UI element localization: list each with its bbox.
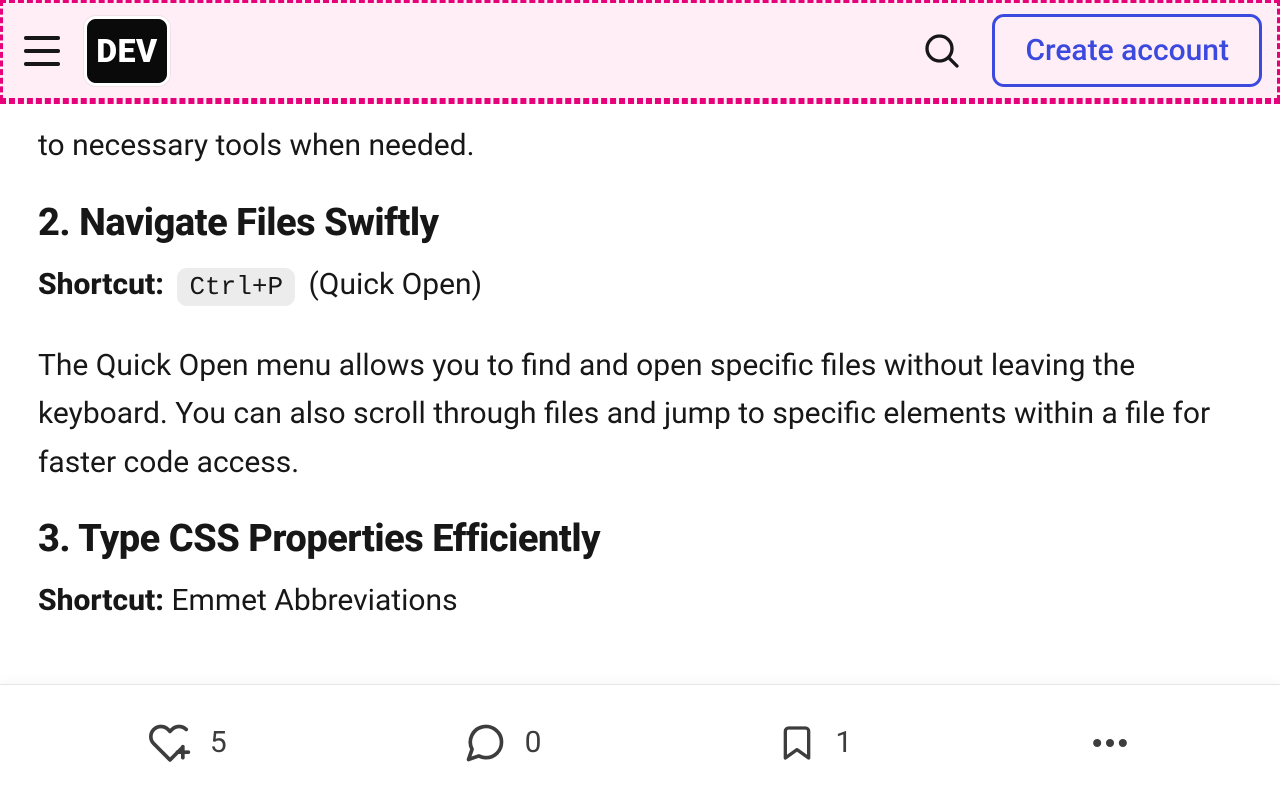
create-account-button[interactable]: Create account [992, 14, 1262, 87]
bookmark-icon [777, 721, 817, 765]
section-2-paragraph: The Quick Open menu allows you to find a… [38, 342, 1242, 488]
menu-button[interactable] [18, 27, 66, 75]
bookmark-button[interactable]: 1 [777, 721, 852, 765]
section-3-heading: 3. Type CSS Properties Efficiently [38, 517, 1242, 561]
comments-button[interactable]: 0 [463, 721, 542, 765]
shortcut-value: Emmet Abbreviations [171, 583, 457, 618]
section-3-shortcut: Shortcut: Emmet Abbreviations [38, 583, 1242, 618]
bookmarks-count: 1 [835, 725, 852, 760]
reactions-button[interactable]: 5 [148, 721, 227, 765]
search-button[interactable] [918, 27, 966, 75]
shortcut-label: Shortcut: [38, 583, 164, 618]
reactions-count: 5 [210, 725, 227, 760]
intro-paragraph-partial: to necessary tools when needed. [38, 122, 1242, 171]
search-icon [922, 31, 962, 71]
site-logo[interactable]: DEV [84, 16, 170, 86]
site-header: DEV Create account [0, 0, 1280, 104]
more-horizontal-icon [1088, 721, 1132, 765]
logo-text: DEV [96, 32, 157, 70]
comments-count: 0 [525, 725, 542, 760]
shortcut-paren: (Quick Open) [309, 267, 483, 302]
article-body: to necessary tools when needed. 2. Navig… [0, 104, 1280, 684]
section-2-shortcut: Shortcut: Ctrl+P (Quick Open) [38, 267, 1242, 306]
comment-icon [463, 721, 507, 765]
shortcut-key: Ctrl+P [177, 268, 295, 306]
section-2-heading: 2. Navigate Files Swiftly [38, 201, 1242, 245]
reaction-bar: 5 0 1 [0, 684, 1280, 800]
heart-plus-icon [148, 721, 192, 765]
more-button[interactable] [1088, 721, 1132, 765]
shortcut-label: Shortcut: [38, 267, 164, 302]
